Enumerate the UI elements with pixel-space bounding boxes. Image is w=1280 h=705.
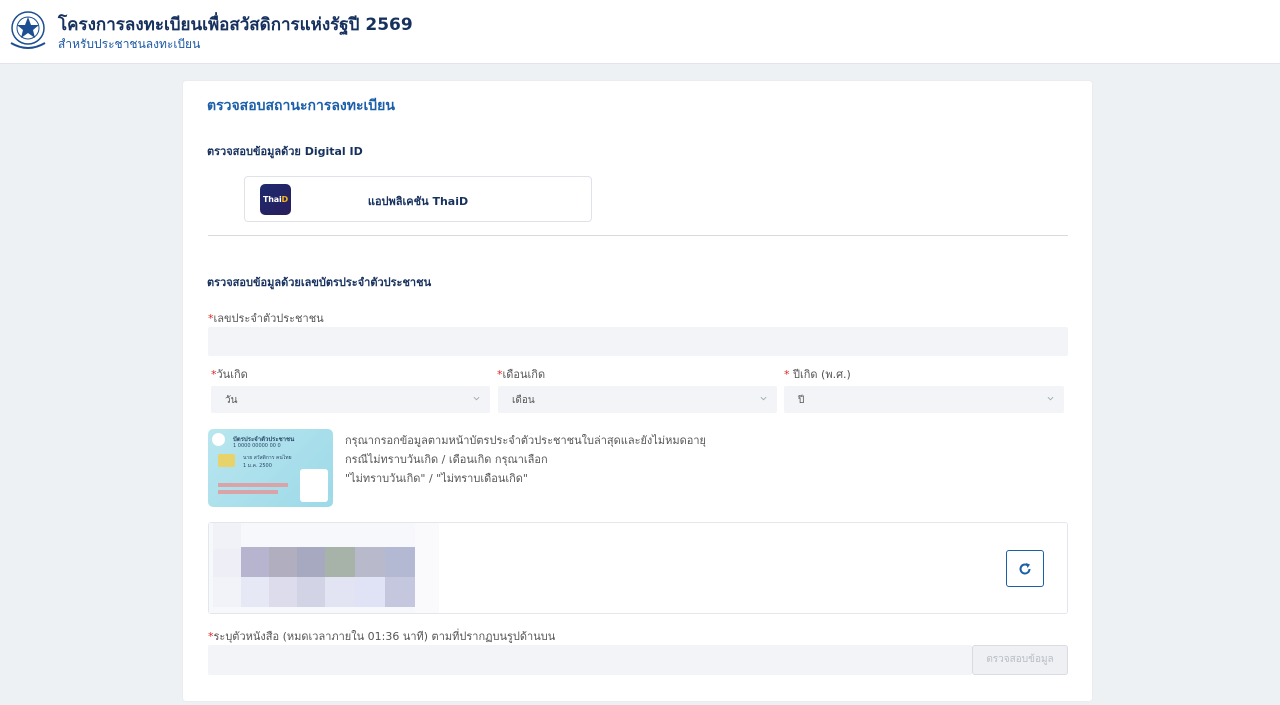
status-check-card: ตรวจสอบสถานะการลงทะเบียน ตรวจสอบข้อมูลด้… <box>183 81 1092 701</box>
birth-month-value: เดือน <box>512 395 535 406</box>
sample-card-name: นาย สวัสดิการ คนไทย <box>243 455 292 461</box>
sample-card-number: 1 0000 00000 00 0 <box>233 443 281 449</box>
thaid-button-label: แอปพลิเคชัน ThaiD <box>367 195 469 208</box>
birth-year-label: * ปีเกิด (พ.ศ.) <box>784 368 851 381</box>
id-card-section-title: ตรวจสอบข้อมูลด้วยเลขบัตรประจำตัวประชาชน <box>207 276 432 289</box>
ministry-seal-icon <box>10 11 46 49</box>
birth-year-value: ปี <box>798 395 805 406</box>
birth-month-label: *เดือนเกิด <box>497 368 546 381</box>
section-divider <box>208 235 1068 236</box>
thaid-app-button[interactable]: Thai D แอปพลิเคชัน ThaiD <box>244 176 592 222</box>
site-header: โครงการลงทะเบียนเพื่อสวัสดิการแห่งรัฐปี … <box>0 0 1280 64</box>
id-number-label: *เลขประจำตัวประชาชน <box>208 312 324 325</box>
site-subtitle: สำหรับประชาชนลงทะเบียน <box>58 37 201 51</box>
sample-id-card-image: บัตรประจำตัวประชาชน 1 0000 00000 00 0 นา… <box>208 429 333 507</box>
captcha-input[interactable] <box>208 645 972 675</box>
sample-card-date: 1 ม.ค. 2500 <box>243 463 272 469</box>
captcha-input-label: *ระบุตัวหนังสือ (หมดเวลาภายใน 01:36 นาที… <box>208 630 556 643</box>
captcha-image <box>209 523 439 613</box>
birth-year-select[interactable]: ปี <box>784 386 1064 413</box>
birth-month-select[interactable]: เดือน <box>498 386 777 413</box>
hint-line-3: "ไม่ทราบวันเกิด" / "ไม่ทราบเดือนเกิด" <box>345 472 528 485</box>
captcha-refresh-button[interactable] <box>1006 550 1044 587</box>
hint-line-2: กรณีไม่ทราบวันเกิด / เดือนเกิด กรุณาเลือ… <box>345 453 548 466</box>
birth-day-label: *วันเกิด <box>211 368 248 381</box>
hint-line-1: กรุณากรอกข้อมูลตามหน้าบัตรประจำตัวประชาช… <box>345 434 706 447</box>
birth-day-select[interactable]: วัน <box>211 386 490 413</box>
digital-id-section-title: ตรวจสอบข้อมูลด้วย Digital ID <box>207 145 363 158</box>
captcha-box <box>208 522 1068 614</box>
check-data-button[interactable]: ตรวจสอบข้อมูล <box>972 645 1068 675</box>
site-title: โครงการลงทะเบียนเพื่อสวัสดิการแห่งรัฐปี … <box>58 15 413 35</box>
refresh-icon <box>1019 562 1031 574</box>
chevron-down-icon <box>473 396 480 401</box>
page-title: ตรวจสอบสถานะการลงทะเบียน <box>207 98 395 114</box>
id-number-input[interactable] <box>208 327 1068 356</box>
chevron-down-icon <box>1047 396 1054 401</box>
chevron-down-icon <box>760 396 767 401</box>
birth-day-value: วัน <box>225 395 238 406</box>
